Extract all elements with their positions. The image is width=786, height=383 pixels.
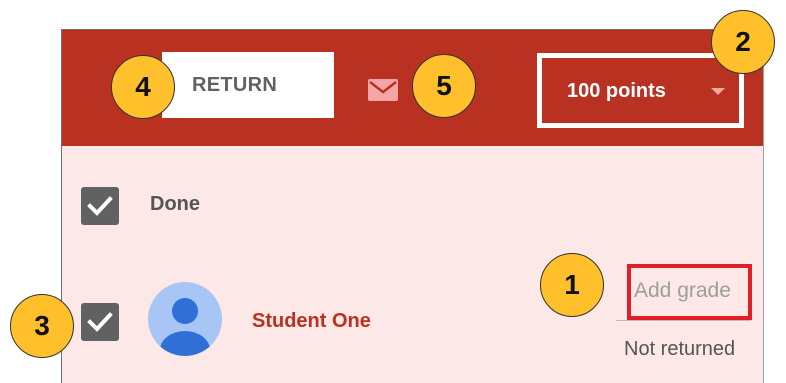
dropdown-arrow-icon <box>711 88 725 95</box>
check-icon <box>87 196 113 216</box>
avatar <box>148 282 222 356</box>
callout-2: 2 <box>711 10 775 74</box>
grade-field-highlight <box>627 264 752 320</box>
student-name[interactable]: Student One <box>252 310 371 333</box>
points-label: 100 points <box>567 80 666 102</box>
select-all-label: Done <box>150 193 200 215</box>
points-dropdown[interactable]: 100 points <box>537 53 744 128</box>
mail-icon[interactable] <box>368 79 398 101</box>
select-all-checkbox[interactable] <box>81 187 119 225</box>
callout-4: 4 <box>111 55 175 119</box>
grade-field-underline <box>616 320 751 321</box>
grade-input[interactable] <box>634 276 746 306</box>
screenshot-stage: RETURN 100 points Done Student One Add g… <box>0 0 786 383</box>
return-button[interactable]: RETURN <box>162 52 334 118</box>
callout-3: 3 <box>10 294 74 358</box>
person-icon <box>160 298 210 356</box>
check-icon <box>87 312 113 332</box>
callout-5: 5 <box>412 54 476 118</box>
callout-1: 1 <box>540 253 604 317</box>
return-status: Not returned <box>624 338 736 360</box>
student-checkbox[interactable] <box>81 303 119 341</box>
